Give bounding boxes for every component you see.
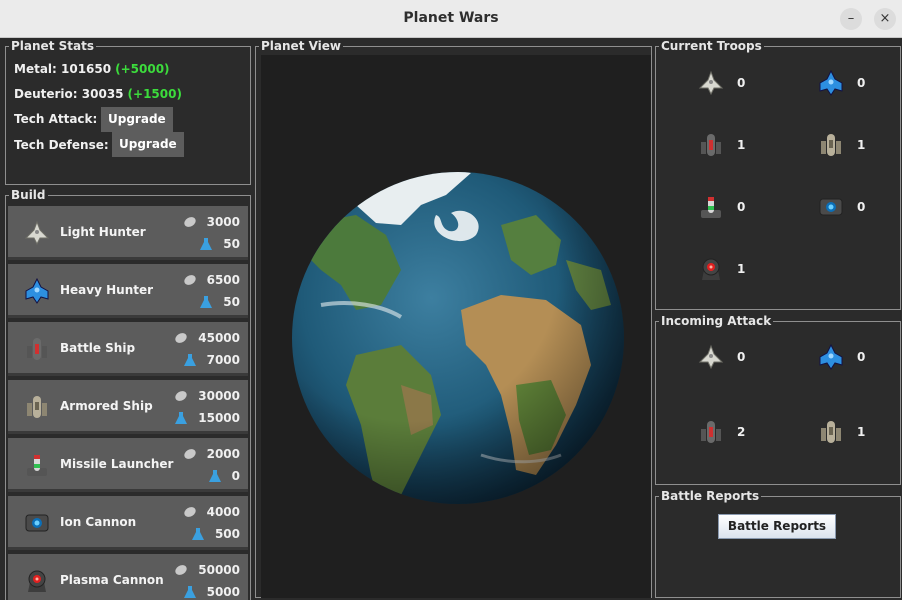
- planet-stats-legend: Planet Stats: [9, 39, 96, 53]
- ion-cannon-icon: [25, 514, 49, 532]
- planet-view-panel: Planet View: [255, 39, 652, 598]
- metal-stat: Metal: 101650 (+5000): [14, 62, 170, 76]
- deuterio-flask-icon: [200, 296, 213, 308]
- metal-gain: (+5000): [115, 62, 170, 76]
- close-button[interactable]: ×: [874, 8, 896, 30]
- earth-planet-image: [292, 172, 624, 504]
- deuterio-cost: 15000: [175, 411, 240, 425]
- plasma-cannon-icon: [28, 570, 46, 592]
- battle-reports-button[interactable]: Battle Reports: [718, 514, 836, 539]
- metal-icon: [175, 565, 187, 575]
- build-item-name: Plasma Cannon: [60, 573, 164, 587]
- build-ion-cannon[interactable]: Ion Cannon 4000 500: [8, 496, 248, 550]
- metal-cost: 45000: [175, 331, 240, 345]
- troop-count-battle-ship: 1: [737, 138, 746, 152]
- light-hunter-icon: [698, 70, 724, 96]
- deuterio-flask-icon: [175, 412, 188, 424]
- troop-count-plasma-cannon: 1: [737, 262, 746, 276]
- build-legend: Build: [9, 188, 48, 202]
- armored-ship-icon: [821, 421, 841, 443]
- planet-view-canvas: [261, 55, 651, 598]
- battle-reports-panel: Battle Reports Battle Reports: [655, 489, 901, 598]
- metal-cost: 2000: [183, 447, 240, 461]
- metal-label: Metal: 101650: [14, 62, 112, 76]
- planet-stats-panel: Planet Stats Metal: 101650 (+5000) Deuter…: [5, 39, 251, 185]
- planet-view-legend: Planet View: [259, 39, 344, 53]
- build-item-name: Armored Ship: [60, 399, 153, 413]
- battle-ship-icon: [701, 421, 721, 443]
- metal-icon: [183, 449, 196, 459]
- plasma-cannon-icon: [702, 258, 720, 280]
- metal-cost: 30000: [175, 389, 240, 403]
- current-troops-legend: Current Troops: [659, 39, 764, 53]
- build-missile-launcher[interactable]: Missile Launcher 2000 0: [8, 438, 248, 492]
- incoming-count-heavy-hunter: 0: [857, 350, 866, 364]
- deuterio-flask-icon: [200, 238, 213, 250]
- troop-count-ion-cannon: 0: [857, 200, 866, 214]
- heavy-hunter-icon: [819, 70, 843, 96]
- build-item-name: Battle Ship: [60, 341, 136, 355]
- heavy-hunter-icon: [25, 278, 49, 304]
- deuterio-cost: 0: [208, 469, 240, 483]
- metal-icon: [175, 391, 187, 401]
- troop-count-heavy-hunter: 0: [857, 76, 866, 90]
- window-title: Planet Wars: [403, 10, 499, 26]
- minimize-button[interactable]: –: [840, 8, 862, 30]
- incoming-count-armored-ship: 1: [857, 425, 866, 439]
- deuterio-cost: 5000: [183, 585, 240, 599]
- battle-ship-icon: [27, 338, 47, 360]
- missile-launcher-icon: [27, 455, 47, 476]
- build-plasma-cannon[interactable]: Plasma Cannon 50000 5000: [8, 554, 248, 600]
- incoming-attack-legend: Incoming Attack: [659, 314, 774, 328]
- deuterio-gain: (+1500): [127, 87, 182, 101]
- tech-attack-label: Tech Attack: 0: [14, 112, 110, 126]
- ion-cannon-icon: [819, 198, 843, 216]
- metal-cost: 4000: [183, 505, 240, 519]
- current-troops-panel: Current Troops 0 0 1 1 0 0 1: [655, 39, 901, 310]
- deuterio-cost: 500: [191, 527, 240, 541]
- troop-count-missile-launcher: 0: [737, 200, 746, 214]
- metal-icon: [183, 217, 196, 227]
- incoming-attack-panel: Incoming Attack 0 0 2 1: [655, 314, 901, 485]
- metal-cost: 6500: [183, 273, 240, 287]
- upgrade-defense-button[interactable]: Upgrade: [112, 132, 184, 157]
- troop-count-armored-ship: 1: [857, 138, 866, 152]
- missile-launcher-icon: [701, 197, 721, 218]
- deuterio-flask-icon: [183, 586, 196, 598]
- deuterio-cost: 7000: [183, 353, 240, 367]
- incoming-count-battle-ship: 2: [737, 425, 746, 439]
- incoming-count-light-hunter: 0: [737, 350, 746, 364]
- metal-icon: [183, 275, 196, 285]
- build-item-name: Ion Cannon: [60, 515, 137, 529]
- armored-ship-icon: [821, 134, 841, 156]
- armored-ship-icon: [27, 396, 47, 418]
- light-hunter-icon: [698, 344, 724, 370]
- metal-cost: 50000: [175, 563, 240, 577]
- metal-icon: [183, 507, 196, 517]
- build-battle-ship[interactable]: Battle Ship 45000 7000: [8, 322, 248, 376]
- title-bar: Planet Wars – ×: [0, 0, 902, 38]
- deuterio-flask-icon: [191, 528, 204, 540]
- build-light-hunter[interactable]: Light Hunter 3000 50: [8, 206, 248, 260]
- build-item-name: Light Hunter: [60, 225, 146, 239]
- deuterio-flask-icon: [183, 354, 196, 366]
- deuterio-flask-icon: [208, 470, 221, 482]
- deuterio-cost: 50: [200, 295, 240, 309]
- metal-cost: 3000: [183, 215, 240, 229]
- build-armored-ship[interactable]: Armored Ship 30000 15000: [8, 380, 248, 434]
- build-heavy-hunter[interactable]: Heavy Hunter 6500 50: [8, 264, 248, 318]
- deuterio-label: Deuterio: 30035: [14, 87, 124, 101]
- battle-ship-icon: [701, 134, 721, 156]
- metal-icon: [175, 333, 187, 343]
- deuterio-cost: 50: [200, 237, 240, 251]
- build-item-name: Missile Launcher: [60, 457, 174, 471]
- heavy-hunter-icon: [819, 344, 843, 370]
- battle-reports-legend: Battle Reports: [659, 489, 762, 503]
- light-hunter-icon: [24, 220, 50, 246]
- deuterio-stat: Deuterio: 30035 (+1500): [14, 87, 182, 101]
- tech-defense-label: Tech Defense: 0: [14, 138, 122, 152]
- troop-count-light-hunter: 0: [737, 76, 746, 90]
- build-item-name: Heavy Hunter: [60, 283, 154, 297]
- upgrade-attack-button[interactable]: Upgrade: [101, 107, 173, 132]
